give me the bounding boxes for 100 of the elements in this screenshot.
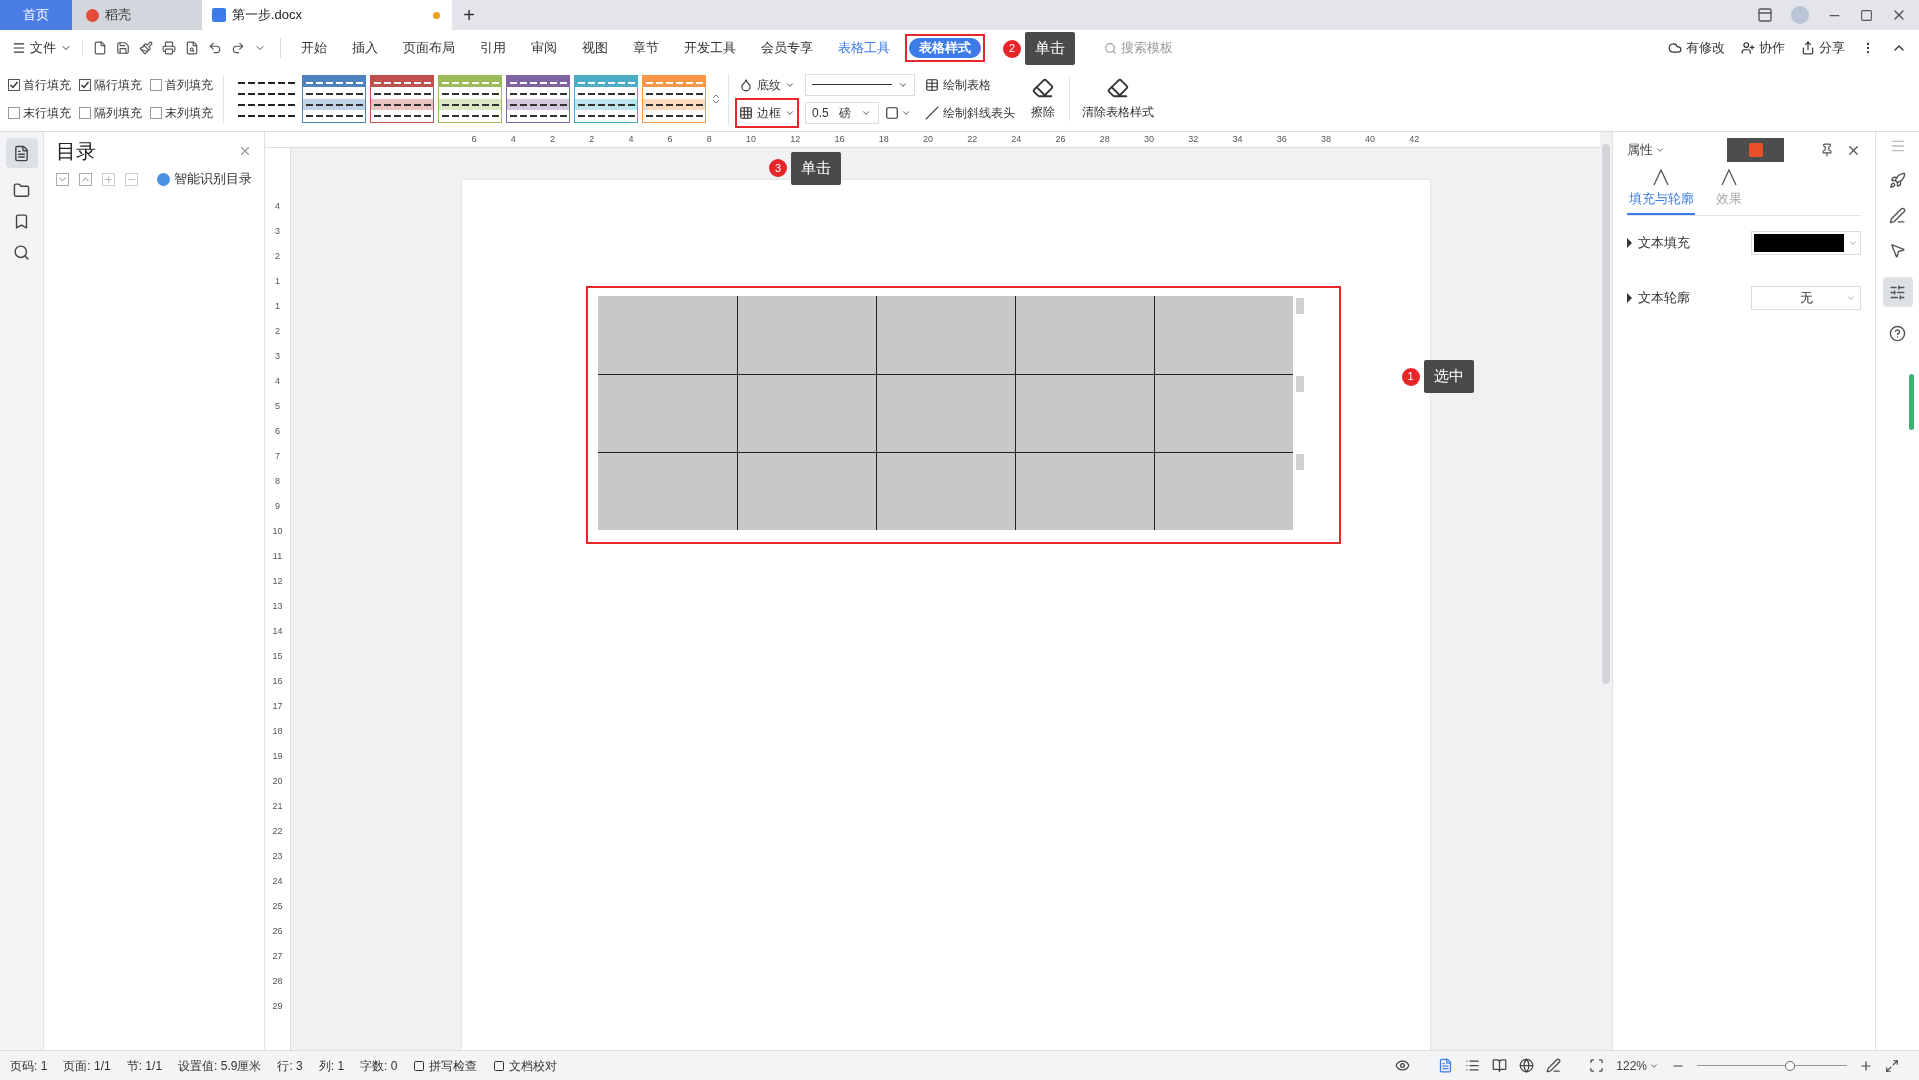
checkbox[interactable] [150, 106, 162, 119]
window-layout-icon[interactable] [1757, 7, 1773, 23]
zoom-in-icon[interactable] [1859, 1058, 1873, 1073]
toolbar-action[interactable]: 分享 [1801, 38, 1845, 58]
draw-diagonal-button[interactable]: 绘制斜线表头 [925, 101, 1015, 124]
checkbox[interactable] [8, 106, 20, 119]
zoom-dropdown[interactable]: 122% [1616, 1056, 1659, 1075]
ribbon-tab[interactable]: 会员专享 [755, 38, 819, 58]
pin-icon[interactable] [1820, 143, 1834, 157]
property-label: 文本轮廓 [1638, 289, 1690, 307]
table-style-thumbnail[interactable] [642, 74, 706, 123]
caret-icon [1627, 238, 1632, 249]
search-icon[interactable] [13, 244, 30, 261]
table-style-thumbnail[interactable] [506, 74, 570, 123]
line-style-dropdown[interactable] [805, 73, 915, 96]
toolbar-action[interactable]: 协作 [1741, 38, 1785, 58]
square-icon [413, 1059, 426, 1072]
ruler-number: 29 [272, 999, 283, 1013]
rocket-icon[interactable] [1889, 172, 1906, 189]
ribbon-tab[interactable]: 审阅 [525, 38, 563, 58]
ruler-number: 12 [790, 132, 801, 146]
table-style-thumbnail[interactable] [438, 74, 502, 123]
status-button[interactable]: 文档校对 [493, 1056, 558, 1075]
document-tab[interactable]: 首页 [0, 0, 72, 30]
status-button[interactable]: 拼写检查 [413, 1056, 478, 1075]
bookmark-icon[interactable] [13, 213, 30, 230]
folder-icon[interactable] [13, 182, 30, 199]
table-style-thumbnail[interactable] [370, 74, 434, 123]
outline-view-icon[interactable] [1465, 1058, 1481, 1073]
fit-page-icon[interactable] [1589, 1058, 1605, 1073]
fullscreen-icon[interactable] [1885, 1058, 1899, 1073]
document-tab[interactable]: 第一步.docx [202, 0, 452, 30]
save-icon[interactable] [116, 41, 130, 55]
format-painter-icon[interactable] [139, 41, 153, 55]
restore-icon[interactable] [1860, 8, 1873, 22]
ruler-number: 26 [1055, 132, 1066, 146]
toolbar-action[interactable]: 有修改 [1668, 38, 1725, 58]
border-color-button[interactable] [885, 105, 911, 120]
document-tab[interactable]: 稻壳 [72, 0, 202, 30]
checkbox[interactable] [8, 78, 20, 91]
color-dropdown[interactable] [1751, 231, 1861, 256]
ruler-number: 20 [272, 774, 283, 788]
print-preview-icon[interactable] [185, 41, 199, 55]
ribbon-tab[interactable]: 表格工具 [832, 38, 896, 58]
properties-menu[interactable]: 属性 [1627, 140, 1665, 160]
line-width-dropdown[interactable]: 0.5 磅 [805, 101, 879, 124]
reading-view-icon[interactable] [1492, 1058, 1508, 1073]
draw-table-button[interactable]: 绘制表格 [925, 73, 1015, 96]
shading-button[interactable]: 底纹 [739, 73, 795, 96]
border-button[interactable]: 边框 [739, 101, 795, 124]
ribbon-tab[interactable]: 引用 [474, 38, 512, 58]
pen-icon[interactable] [1546, 1058, 1562, 1073]
file-menu[interactable]: 文件 [12, 38, 82, 58]
clear-style-button[interactable]: 清除表格样式 [1070, 76, 1166, 121]
ribbon-tab[interactable]: 开始 [295, 38, 333, 58]
pointer-icon[interactable] [1889, 242, 1906, 259]
outline-icon[interactable] [5, 138, 38, 168]
zoom-slider[interactable] [1697, 1059, 1847, 1072]
ruler-number: 18 [878, 132, 889, 146]
page-view-icon[interactable] [1438, 1058, 1454, 1073]
row-handle [1295, 376, 1304, 392]
ribbon-tab[interactable]: 表格样式 [909, 38, 981, 58]
checkbox[interactable] [79, 106, 91, 119]
print-icon[interactable] [162, 41, 176, 55]
table-style-thumbnail[interactable] [574, 74, 638, 123]
ribbon-tab[interactable]: 章节 [627, 38, 665, 58]
ruler-number: 28 [1099, 132, 1110, 146]
cloud-icon [1668, 41, 1682, 55]
erase-button[interactable]: 擦除 [1025, 76, 1070, 121]
help-icon[interactable] [1889, 325, 1906, 342]
ribbon-tab[interactable]: 页面布局 [397, 38, 461, 58]
redo-icon[interactable] [231, 41, 245, 55]
pen-icon[interactable] [1889, 207, 1906, 224]
new-tab-button[interactable]: + [452, 0, 486, 30]
ruler-number: 18 [272, 724, 283, 738]
ribbon-tab[interactable]: 开发工具 [678, 38, 742, 58]
undo-icon[interactable] [208, 41, 222, 55]
ribbon-tab[interactable]: 视图 [576, 38, 614, 58]
checkmark-icon [80, 79, 90, 90]
scrollbar-thumb[interactable] [1602, 144, 1610, 684]
search-icon [1104, 41, 1117, 55]
table-style-thumbnail[interactable] [302, 74, 366, 123]
smart-toc-button[interactable]: 智能识别目录 [157, 170, 252, 189]
ruler-number: 6 [471, 132, 477, 146]
checkbox[interactable] [79, 78, 91, 91]
status-text: 设置值: 5.9厘米 [178, 1057, 262, 1075]
ribbon-tab[interactable]: 插入 [346, 38, 384, 58]
web-view-icon[interactable] [1519, 1058, 1535, 1073]
ruler-number: 23 [272, 849, 283, 863]
ruler-number: 5 [275, 399, 280, 413]
outline-dropdown[interactable]: 无 [1751, 286, 1861, 311]
settings-sliders-icon[interactable] [1882, 277, 1913, 307]
tab-label: 稻壳 [105, 6, 131, 25]
eye-icon[interactable] [1395, 1058, 1411, 1073]
gallery-scroll-icon[interactable] [710, 92, 722, 105]
document-icon [212, 8, 226, 22]
panel-tab[interactable]: 填充与轮廓 [1627, 168, 1695, 215]
new-file-icon[interactable] [93, 41, 107, 55]
ruler-number: 21 [272, 799, 283, 813]
checkbox[interactable] [150, 78, 162, 91]
